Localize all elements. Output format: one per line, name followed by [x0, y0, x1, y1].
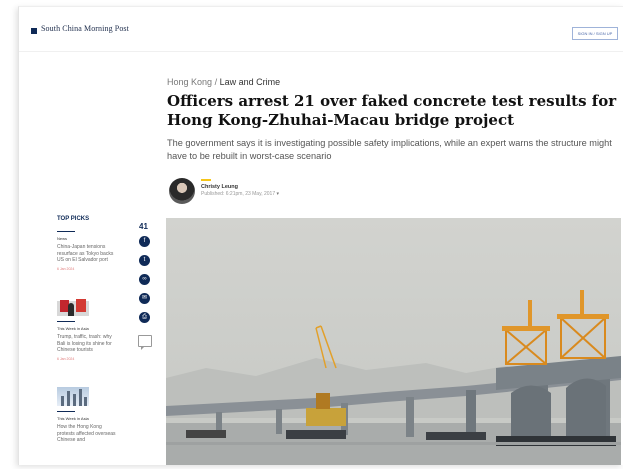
top-pick-section: This Week in Asia: [57, 416, 89, 421]
top-pick-thumbnail[interactable]: [57, 387, 89, 406]
share-count: 41: [139, 222, 148, 231]
publish-date: Published: 6:21pm, 23 May, 2017 ▾: [201, 191, 279, 197]
author-avatar[interactable]: [169, 178, 195, 204]
divider: [57, 321, 75, 322]
author-accent-bar: [201, 179, 211, 181]
logo-mark-icon[interactable]: [31, 28, 37, 34]
divider: [57, 411, 75, 412]
facebook-icon[interactable]: f: [139, 236, 150, 247]
top-pick-section: News: [57, 236, 68, 241]
article-page: South China Morning Post SIGN IN / SIGN …: [18, 6, 623, 465]
top-pick-item[interactable]: This Week in Asia How the Hong Kong prot…: [57, 411, 119, 444]
breadcrumb-law-and-crime[interactable]: Law and Crime: [220, 77, 281, 87]
top-pick-section: This Week in Asia: [57, 326, 89, 331]
top-picks-heading: TOP PICKS: [57, 216, 90, 222]
twitter-icon[interactable]: t: [139, 255, 150, 266]
article-summary: The government says it is investigating …: [167, 138, 612, 161]
link-icon[interactable]: ∞: [139, 274, 150, 285]
top-pick-date: 6 Jan 2024: [57, 266, 75, 271]
site-header: South China Morning Post SIGN IN / SIGN …: [19, 7, 623, 52]
top-pick-item[interactable]: This Week in Asia Trump, traffic, trash:…: [57, 321, 119, 361]
breadcrumb-separator: /: [214, 77, 218, 87]
top-pick-date: 6 Jan 2024: [57, 356, 75, 361]
top-pick-title[interactable]: How the Hong Kong protests affected over…: [57, 424, 119, 444]
hero-image: [166, 218, 621, 465]
divider: [57, 231, 75, 232]
chevron-down-icon[interactable]: ▾: [277, 191, 280, 197]
article-headline: Officers arrest 21 over faked concrete t…: [167, 92, 617, 129]
top-pick-item[interactable]: News China-Japan tensions resurface as T…: [57, 231, 119, 271]
breadcrumb: Hong Kong / Law and Crime: [167, 77, 280, 87]
email-icon[interactable]: ✉: [139, 293, 150, 304]
top-pick-thumbnail[interactable]: [57, 297, 89, 316]
top-pick-title[interactable]: China-Japan tensions resurface as Tokyo …: [57, 244, 119, 264]
comment-icon[interactable]: [138, 335, 152, 350]
author-name[interactable]: Christy Leung: [201, 184, 238, 190]
breadcrumb-hong-kong[interactable]: Hong Kong: [167, 77, 212, 87]
top-pick-title[interactable]: Trump, traffic, trash: why Bali is losin…: [57, 334, 119, 354]
site-logo[interactable]: South China Morning Post: [41, 24, 129, 33]
published-text: Published: 6:21pm, 23 May, 2017: [201, 191, 276, 197]
sign-in-button[interactable]: SIGN IN / SIGN UP: [572, 27, 618, 40]
print-icon[interactable]: ⎙: [139, 312, 150, 323]
bridge-photo: [166, 218, 621, 465]
